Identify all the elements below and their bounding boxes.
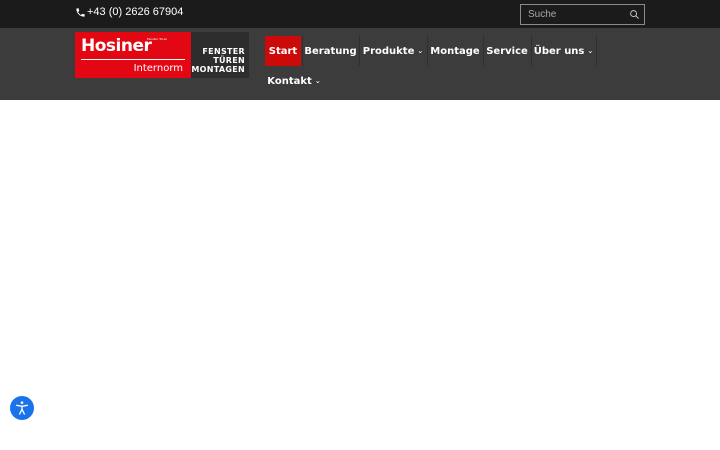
nav-item-beratung[interactable]: Beratung xyxy=(303,36,358,66)
tagline: FENSTER TÜREN MONTAGEN xyxy=(191,32,249,78)
top-bar: +43 (0) 2626 67904 xyxy=(0,0,720,28)
accessibility-icon xyxy=(16,401,28,415)
nav-label: Über uns xyxy=(533,45,585,57)
tagline-line-2: TÜREN xyxy=(213,56,245,65)
nav-label: Produkte xyxy=(362,45,415,57)
phone-link[interactable]: +43 (0) 2626 67904 xyxy=(75,6,183,18)
nav-item-start[interactable]: Start xyxy=(265,36,301,66)
logo-sub: Internorm xyxy=(133,63,183,74)
nav-label: Kontakt xyxy=(267,75,312,87)
chevron-down-icon: ⌄ xyxy=(587,47,594,55)
phone-number: +43 (0) 2626 67904 xyxy=(87,6,184,18)
logo[interactable]: Hosiner Fenster Türen Internorm xyxy=(75,32,191,78)
nav-item-ueber-uns[interactable]: Über uns ⌄ xyxy=(532,36,595,66)
nav-item-produkte[interactable]: Produkte ⌄ xyxy=(360,36,426,66)
nav-item-kontakt[interactable]: Kontakt ⌄ xyxy=(265,66,323,96)
chevron-down-icon: ⌄ xyxy=(314,77,321,85)
nav-label: Service xyxy=(486,45,528,57)
logo-rule xyxy=(81,59,185,60)
nav-item-montage[interactable]: Montage xyxy=(428,36,482,66)
tagline-line-1: FENSTER xyxy=(202,47,245,56)
chevron-down-icon: ⌄ xyxy=(417,47,424,55)
nav-divider xyxy=(596,36,597,66)
nav-label: Beratung xyxy=(304,45,357,57)
search-icon[interactable] xyxy=(629,9,640,20)
accessibility-button[interactable] xyxy=(10,396,34,420)
search-box xyxy=(520,4,645,25)
nav-label: Montage xyxy=(430,45,480,57)
logo-small-text: Fenster Türen xyxy=(147,37,168,41)
nav-label: Start xyxy=(268,45,298,57)
search-input[interactable] xyxy=(521,5,626,24)
logo-brand: Hosiner xyxy=(81,36,152,56)
phone-icon xyxy=(76,7,85,17)
nav-item-service[interactable]: Service xyxy=(484,36,530,66)
tagline-line-3: MONTAGEN xyxy=(191,65,245,74)
